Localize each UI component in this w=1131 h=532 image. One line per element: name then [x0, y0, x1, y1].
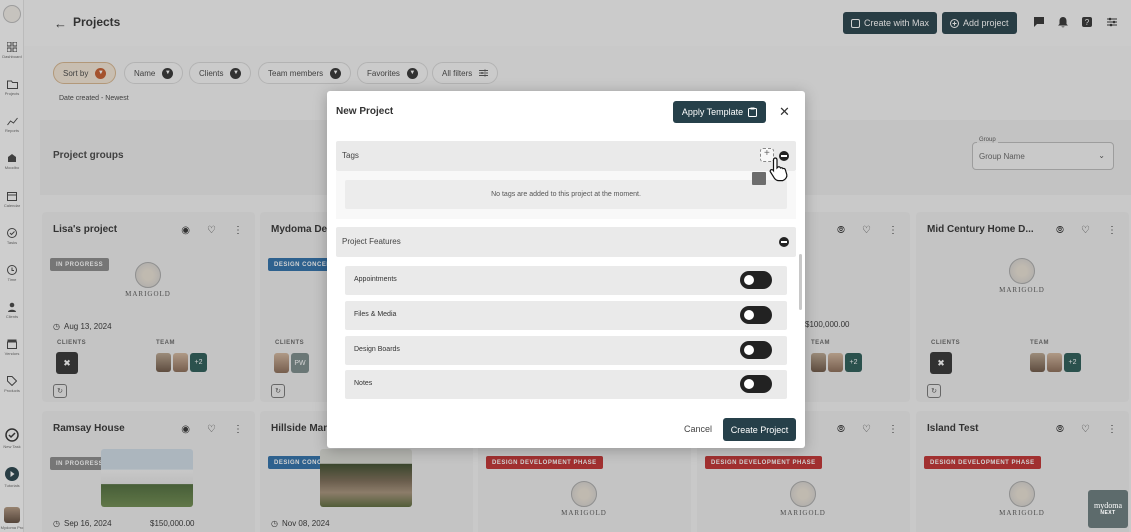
project-features-section-header[interactable]: Project Features [336, 227, 796, 257]
tags-section-header[interactable]: Tags [336, 141, 796, 171]
tags-panel: No tags are added to this project at the… [336, 171, 796, 219]
feature-label: Design Boards [354, 346, 400, 353]
apply-template-label: Apply Template [681, 107, 744, 117]
feature-label: Notes [354, 380, 373, 387]
collapse-icon[interactable] [779, 237, 789, 247]
mydoma-next-watermark: mydoma NEXT [1088, 490, 1128, 528]
appointments-toggle[interactable] [740, 271, 772, 289]
feature-label: Files & Media [354, 311, 397, 318]
design-boards-toggle[interactable] [740, 341, 772, 359]
close-icon[interactable]: ✕ [779, 104, 790, 120]
create-project-button[interactable]: Create Project [723, 418, 796, 441]
feature-label: Appointments [354, 276, 397, 283]
files-media-toggle[interactable] [740, 306, 772, 324]
feature-row-notes: Notes [345, 370, 787, 399]
feature-row-design-boards: Design Boards [345, 336, 787, 365]
clipboard-icon [748, 107, 758, 117]
watermark-sub: NEXT [1100, 510, 1116, 516]
new-project-modal: New Project Apply Template ✕ Tags No tag… [327, 91, 805, 448]
watermark-brand: mydoma [1094, 501, 1122, 510]
feature-row-appointments: Appointments [345, 266, 787, 295]
modal-body[interactable]: Tags No tags are added to this project a… [336, 141, 796, 405]
feature-row-files-media: Files & Media [345, 301, 787, 330]
tags-empty-message: No tags are added to this project at the… [345, 180, 787, 209]
project-features-title: Project Features [342, 237, 401, 246]
cancel-button[interactable]: Cancel [684, 424, 712, 434]
hand-cursor-icon [769, 157, 788, 182]
modal-title: New Project [336, 106, 394, 117]
notes-toggle[interactable] [740, 375, 772, 393]
apply-template-button[interactable]: Apply Template [673, 101, 766, 123]
tags-title: Tags [342, 151, 359, 160]
modal-scrollbar[interactable] [799, 254, 802, 310]
modal-footer: Cancel Create Project [327, 409, 805, 448]
tooltip [752, 172, 766, 185]
